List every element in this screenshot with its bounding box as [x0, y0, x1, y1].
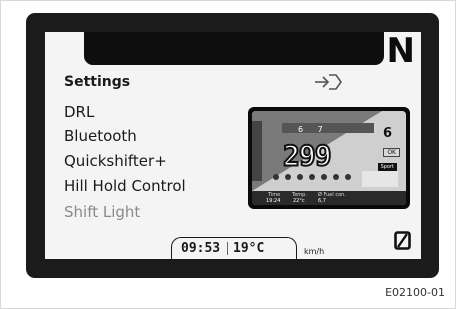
gear-indicator: N	[386, 32, 415, 71]
slashed-zero-icon	[394, 231, 411, 250]
preview-riding-mode: Sport	[377, 163, 397, 171]
preview-info-value: 19:24	[266, 198, 281, 204]
menu-item-bluetooth[interactable]: Bluetooth	[64, 127, 137, 145]
menu-title: Settings	[64, 74, 131, 90]
top-status-bar	[84, 32, 384, 65]
menu-item-drl[interactable]: DRL	[64, 103, 94, 121]
preview-rpm-marks: 6 7	[298, 125, 329, 134]
clock: 09:53	[181, 241, 221, 256]
menu-item-hill-hold-control[interactable]: Hill Hold Control	[64, 177, 186, 195]
dashboard-preview-screen: 6 7 6 299 OK Sport Time Temp. Ø Fuel con…	[252, 111, 406, 205]
ambient-temperature: 19°C	[233, 241, 265, 256]
preview-info-value: 22°c	[293, 198, 305, 204]
status-divider	[227, 242, 228, 255]
menu-item-quickshifter[interactable]: Quickshifter+	[64, 152, 167, 170]
menu-item-shift-light[interactable]: Shift Light	[64, 203, 140, 221]
preview-ok-badge: OK	[383, 148, 400, 157]
tft-screen: N Settings DRL Bluetooth Quickshifter+ H…	[45, 32, 421, 259]
figure-caption: E02100-01	[385, 286, 445, 299]
preview-gear: 6	[382, 126, 392, 141]
speed-unit: km/h	[304, 247, 325, 256]
preview-info-value: 6,7	[318, 198, 326, 204]
enter-arrow-icon	[315, 74, 342, 90]
preview-speed: 299	[282, 139, 333, 172]
figure-frame: N Settings DRL Bluetooth Quickshifter+ H…	[0, 0, 456, 309]
dashboard-preview: 6 7 6 299 OK Sport Time Temp. Ø Fuel con…	[248, 107, 410, 209]
